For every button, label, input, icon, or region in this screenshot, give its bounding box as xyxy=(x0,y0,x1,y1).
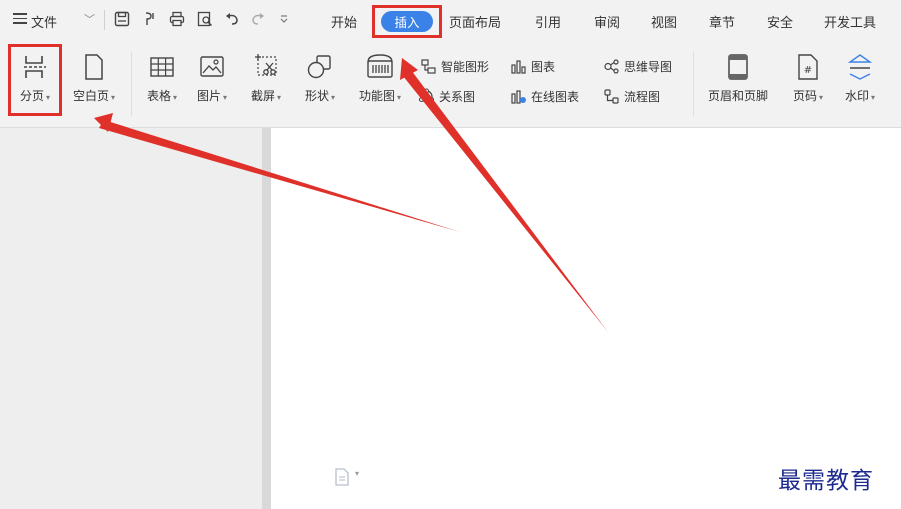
watermark-icon xyxy=(847,54,873,80)
undo-icon[interactable] xyxy=(222,9,242,29)
table-button[interactable]: 表格 ▾ xyxy=(140,52,184,104)
relation-chart-button[interactable]: 关系图 xyxy=(418,88,475,105)
navigation-pane xyxy=(0,128,262,509)
flowchart-button[interactable]: 流程图 xyxy=(603,88,660,105)
format-painter-icon[interactable] xyxy=(140,9,160,29)
print-preview-icon[interactable] xyxy=(195,9,215,29)
page-break-highlight xyxy=(8,44,62,116)
chart-button[interactable]: 图表 xyxy=(510,58,555,75)
mind-map-button[interactable]: 思维导图 xyxy=(603,58,672,75)
blank-page-button[interactable]: 空白页 ▾ xyxy=(66,52,122,104)
tab-developer-tools[interactable]: 开发工具 xyxy=(824,12,876,31)
blank-page-icon xyxy=(85,54,103,80)
function-chart-button[interactable]: 功能图 ▾ xyxy=(352,52,408,104)
chevron-down-icon[interactable]: ﹀ xyxy=(84,11,95,27)
relation-chart-icon xyxy=(418,88,435,103)
page-number-icon: # xyxy=(798,54,818,80)
online-chart-icon xyxy=(511,90,526,104)
hamburger-menu-icon[interactable] xyxy=(13,12,27,26)
paste-options-icon[interactable] xyxy=(333,467,351,487)
tab-references[interactable]: 引用 xyxy=(535,12,561,31)
picture-icon xyxy=(200,56,224,77)
shapes-icon xyxy=(307,55,331,79)
bar-chart-icon xyxy=(511,60,526,74)
header-footer-button[interactable]: 页眉和页脚 xyxy=(700,52,776,104)
redo-icon[interactable] xyxy=(248,9,268,29)
ribbon-divider xyxy=(693,52,694,116)
page-number-button[interactable]: # 页码 ▾ xyxy=(786,52,830,104)
shape-button[interactable]: 形状 ▾ xyxy=(298,52,342,104)
tab-view[interactable]: 视图 xyxy=(651,12,677,31)
mind-map-icon xyxy=(604,59,619,74)
ribbon-divider xyxy=(131,52,132,116)
watermark-button[interactable]: 水印 ▾ xyxy=(838,52,882,104)
smart-art-button[interactable]: 智能图形 xyxy=(420,58,489,75)
online-chart-button[interactable]: 在线图表 xyxy=(510,88,579,105)
picture-button[interactable]: 图片 ▾ xyxy=(190,52,234,104)
page-shadow xyxy=(262,128,271,509)
tab-page-layout[interactable]: 页面布局 xyxy=(449,12,501,31)
brand-watermark: 最需教育 xyxy=(778,468,874,494)
tab-chapter[interactable]: 章节 xyxy=(709,12,735,31)
table-icon xyxy=(150,57,174,77)
svg-text:#: # xyxy=(804,65,812,76)
flowchart-icon xyxy=(604,89,619,104)
scissors-icon xyxy=(255,54,277,76)
divider xyxy=(104,10,105,30)
tab-review[interactable]: 审阅 xyxy=(594,12,620,31)
save-icon[interactable] xyxy=(112,9,132,29)
print-icon[interactable] xyxy=(167,9,187,29)
screenshot-button[interactable]: 截屏 ▾ xyxy=(244,52,288,104)
smart-art-icon xyxy=(421,59,436,74)
barcode-icon xyxy=(367,54,393,78)
chevron-down-icon[interactable]: ▾ xyxy=(355,469,359,478)
insert-tab-highlight xyxy=(372,5,442,38)
document-page[interactable] xyxy=(271,128,901,509)
tab-security[interactable]: 安全 xyxy=(767,12,793,31)
file-menu[interactable]: 文件 xyxy=(31,12,57,31)
tab-home[interactable]: 开始 xyxy=(331,12,357,31)
customize-dropdown-icon[interactable] xyxy=(274,9,294,29)
header-footer-icon xyxy=(728,54,748,80)
menu-bar: 文件 ﹀ 开始 插入 页面布局 引用 审阅 视图 章节 安全 开发工具 xyxy=(0,0,901,42)
